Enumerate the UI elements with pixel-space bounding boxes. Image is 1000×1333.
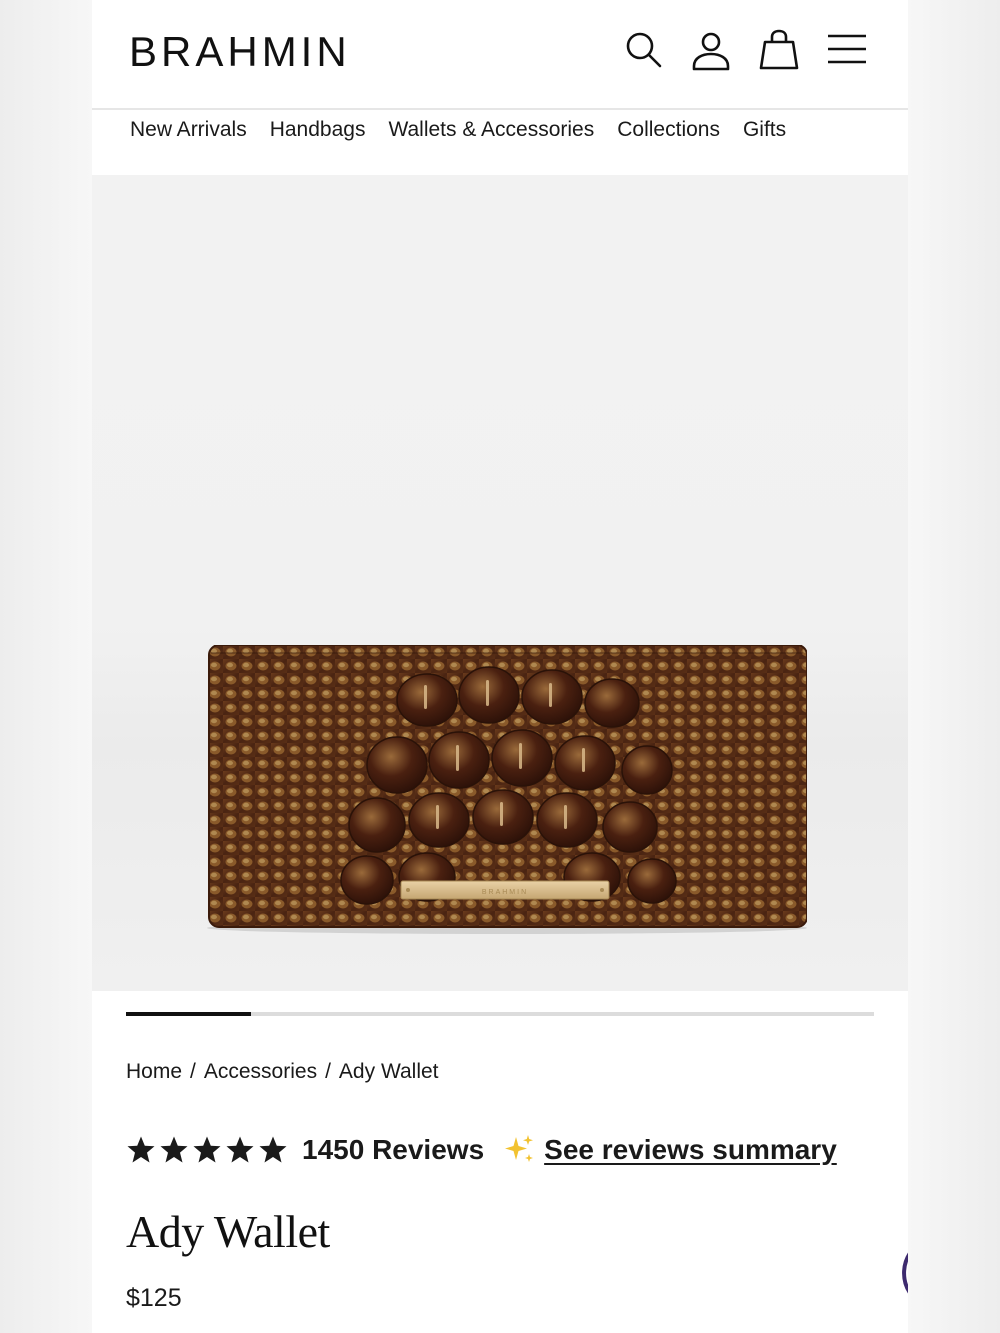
carousel-progress-fill: [126, 1012, 251, 1016]
nav-item-wallets-accessories[interactable]: Wallets & Accessories: [388, 114, 594, 146]
cookie-settings-button[interactable]: [900, 1233, 908, 1313]
page-content: BRAHMIN New Arrivals Handbags Wallets & …: [92, 0, 908, 1333]
page-background: BRAHMIN New Arrivals Handbags Wallets & …: [0, 0, 1000, 1333]
brand-logo[interactable]: BRAHMIN: [129, 28, 351, 76]
nav-item-handbags[interactable]: Handbags: [270, 114, 366, 146]
breadcrumb: Home / Accessories / Ady Wallet: [126, 1060, 439, 1084]
star-icon: [160, 1136, 188, 1163]
account-icon[interactable]: [689, 28, 733, 72]
sparkle-icon: [505, 1135, 534, 1162]
cookie-icon: [902, 1252, 908, 1294]
star-rating[interactable]: [126, 1135, 288, 1165]
breadcrumb-separator: /: [325, 1060, 331, 1083]
star-icon: [127, 1136, 155, 1163]
svg-text:BRAHMIN: BRAHMIN: [482, 889, 528, 896]
breadcrumb-current: Ady Wallet: [338, 1060, 439, 1083]
reviews-summary-link[interactable]: See reviews summary: [544, 1134, 837, 1166]
product-title: Ady Wallet: [126, 1206, 330, 1257]
shopping-bag-icon[interactable]: [757, 28, 801, 72]
search-icon[interactable]: [622, 28, 666, 72]
review-count[interactable]: 1450 Reviews: [302, 1134, 484, 1166]
nav-item-new-arrivals[interactable]: New Arrivals: [130, 114, 247, 146]
star-icon: [226, 1136, 254, 1163]
star-icon: [193, 1136, 221, 1163]
product-image[interactable]: BRAHMIN: [92, 175, 908, 991]
menu-icon[interactable]: [825, 28, 869, 72]
main-nav: New Arrivals Handbags Wallets & Accessor…: [130, 114, 809, 146]
wallet-illustration: BRAHMIN: [207, 645, 807, 934]
site-header: BRAHMIN: [92, 0, 908, 110]
nav-item-collections[interactable]: Collections: [617, 114, 720, 146]
rating-row: 1450 Reviews See reviews summary: [126, 1128, 837, 1172]
breadcrumb-separator: /: [190, 1060, 196, 1083]
breadcrumb-accessories[interactable]: Accessories: [204, 1060, 317, 1084]
nav-item-gifts[interactable]: Gifts: [743, 114, 786, 146]
breadcrumb-home[interactable]: Home: [126, 1060, 182, 1084]
carousel-progress[interactable]: [126, 1012, 874, 1016]
star-icon: [259, 1136, 287, 1163]
product-price: $125: [126, 1284, 182, 1312]
